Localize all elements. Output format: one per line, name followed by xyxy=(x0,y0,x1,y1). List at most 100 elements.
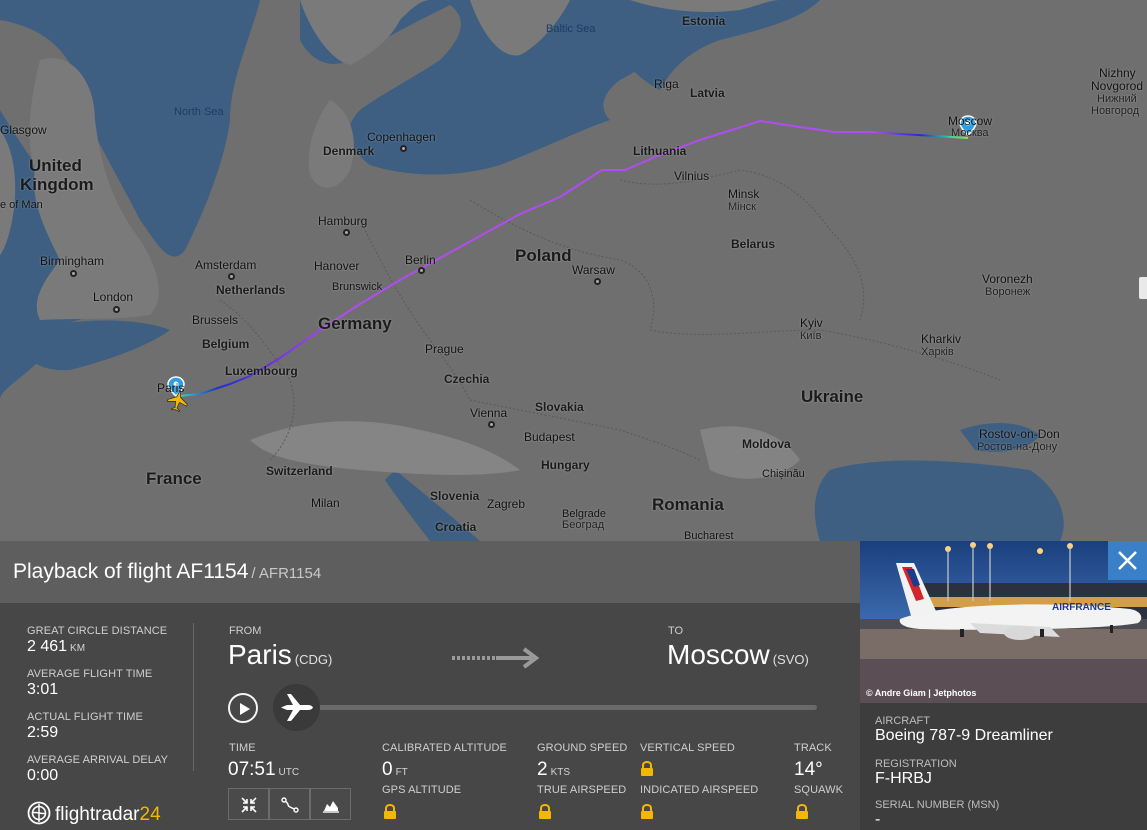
collapse-view-button[interactable] xyxy=(228,788,269,820)
flight-callsign: / AFR1154 xyxy=(251,565,322,582)
brand-name-b: 24 xyxy=(139,804,161,825)
route-button[interactable] xyxy=(269,788,310,820)
country-label-belarus: Belarus xyxy=(731,237,776,251)
destination-city[interactable]: Moscow (SVO) xyxy=(667,639,809,671)
city-label-brussels: Brussels xyxy=(192,313,239,327)
city-label-belgrade: Belgrade xyxy=(562,508,607,520)
country-label-germany: Germany xyxy=(318,314,392,333)
ground-speed-label: GROUND SPEED xyxy=(537,742,628,754)
panel-divider xyxy=(193,623,194,771)
aircraft-panel: AIRFRANCE © Andre Giam | Jetphotos AIRCR… xyxy=(860,541,1147,830)
country-label-united-kingdom-2: Kingdom xyxy=(20,175,94,194)
time-unit: UTC xyxy=(278,767,300,778)
aircraft-photo-image: AIRFRANCE xyxy=(860,541,1147,703)
city-label-hanover: Hanover xyxy=(314,259,360,273)
city-label-brunswick: Brunswick xyxy=(332,281,383,293)
true-airspeed-label: TRUE AIRSPEED xyxy=(537,784,627,796)
close-icon xyxy=(1118,551,1137,570)
playback-panel: Playback of flight AF1154/ AFR1154 GREAT… xyxy=(0,541,860,830)
country-label-lithuania: Lithuania xyxy=(633,144,687,158)
playback-timeline[interactable] xyxy=(300,705,817,710)
city-label-riga: Riga xyxy=(654,77,679,91)
arrival-delay-label: AVERAGE ARRIVAL DELAY xyxy=(27,754,169,766)
lock-icon[interactable] xyxy=(640,761,654,777)
timeline-handle[interactable] xyxy=(273,684,320,731)
flight-map[interactable]: North Sea Baltic Sea Glasgow United King… xyxy=(0,0,1147,541)
gps-altitude-label: GPS ALTITUDE xyxy=(382,784,462,796)
country-label-croatia: Croatia xyxy=(435,520,477,534)
ground-speed-unit: KTS xyxy=(550,767,571,778)
sea-label-baltic-sea: Baltic Sea xyxy=(546,23,596,35)
country-label-france: France xyxy=(146,469,202,488)
country-label-united-kingdom-1: United xyxy=(29,156,82,175)
city-label-glasgow: Glasgow xyxy=(0,123,47,137)
country-label-netherlands: Netherlands xyxy=(216,283,286,297)
distance-number: 2 461 xyxy=(27,638,68,655)
city-dot xyxy=(343,229,350,236)
city-label-moscow: Moscow xyxy=(948,114,993,128)
city-label-vienna: Vienna xyxy=(470,406,508,420)
brand-name: flightradar24 xyxy=(55,804,161,826)
close-button[interactable] xyxy=(1108,541,1147,580)
city-label-london: London xyxy=(93,290,134,304)
city-label-hamburg: Hamburg xyxy=(318,214,368,228)
airplane-icon xyxy=(281,694,313,721)
country-label-estonia: Estonia xyxy=(682,14,726,28)
lock-icon[interactable] xyxy=(795,804,809,820)
city-label-amsterdam: Amsterdam xyxy=(195,258,257,272)
city-label-nizhny-cyrillic: Нижний xyxy=(1097,93,1137,105)
map-side-control[interactable] xyxy=(1139,277,1147,299)
brand-name-a: flightradar xyxy=(55,804,140,825)
compress-arrows-icon xyxy=(241,797,257,813)
country-label-poland: Poland xyxy=(515,246,572,265)
route-arrow-icon xyxy=(452,647,540,669)
calibrated-altitude-label: CALIBRATED ALTITUDE xyxy=(382,742,507,754)
city-label-kyiv: Kyiv xyxy=(800,316,823,330)
panel-header: Playback of flight AF1154/ AFR1154 xyxy=(0,541,860,603)
country-label-denmark: Denmark xyxy=(323,144,375,158)
city-dot xyxy=(594,278,601,285)
serial-number-value: - xyxy=(875,811,881,828)
city-dot xyxy=(70,270,77,277)
country-label-romania: Romania xyxy=(652,495,724,514)
city-dot xyxy=(400,145,407,152)
avg-flight-time-value: 3:01 xyxy=(27,681,59,698)
svg-text:AIRFRANCE: AIRFRANCE xyxy=(1052,602,1111,613)
city-label-warsaw: Warsaw xyxy=(572,263,615,277)
distance-unit: KM xyxy=(70,643,86,654)
city-label-zagreb: Zagreb xyxy=(487,497,526,511)
lock-icon[interactable] xyxy=(383,804,397,820)
city-dot xyxy=(488,421,495,428)
origin-code: (CDG) xyxy=(294,652,333,667)
city-label-novgorod-cyrillic: Новгород xyxy=(1091,105,1140,117)
registration-label: REGISTRATION xyxy=(875,758,957,770)
city-label-prague: Prague xyxy=(425,342,464,356)
time-value: 07:51 UTC xyxy=(228,759,299,781)
city-label-voronezh: Voronezh xyxy=(982,272,1033,286)
altitude-graph-button[interactable] xyxy=(310,788,351,820)
city-label-berlin: Berlin xyxy=(405,253,436,267)
actual-flight-time-value: 2:59 xyxy=(27,724,59,741)
photo-credit[interactable]: © Andre Giam | Jetphotos xyxy=(866,688,976,698)
country-label-belgium: Belgium xyxy=(202,337,250,351)
vertical-speed-label: VERTICAL SPEED xyxy=(640,742,735,754)
distance-label: GREAT CIRCLE DISTANCE xyxy=(27,625,168,637)
lock-icon[interactable] xyxy=(640,804,654,820)
time-label: TIME xyxy=(229,742,256,754)
city-label-rostov: Rostov-on-Don xyxy=(979,427,1060,441)
city-label-kharkiv: Kharkiv xyxy=(921,332,962,346)
aircraft-type-label: AIRCRAFT xyxy=(875,715,930,727)
origin-city[interactable]: Paris (CDG) xyxy=(228,639,332,671)
city-label-voronezh-cyrillic: Воронеж xyxy=(985,286,1031,298)
from-label: FROM xyxy=(229,625,262,637)
aircraft-photo[interactable]: AIRFRANCE © Andre Giam | Jetphotos xyxy=(860,541,1147,703)
lock-icon[interactable] xyxy=(538,804,552,820)
city-label-moscow-cyrillic: Москва xyxy=(951,127,989,139)
city-label-birmingham: Birmingham xyxy=(40,254,105,268)
city-label-nizhny: Nizhny xyxy=(1099,66,1136,80)
play-button[interactable] xyxy=(228,693,258,723)
track-label: TRACK xyxy=(794,742,832,754)
city-label-minsk-cyrillic: Мінск xyxy=(728,201,756,213)
serial-number-label: SERIAL NUMBER (MSN) xyxy=(875,799,1000,811)
country-label-slovenia: Slovenia xyxy=(430,489,480,503)
